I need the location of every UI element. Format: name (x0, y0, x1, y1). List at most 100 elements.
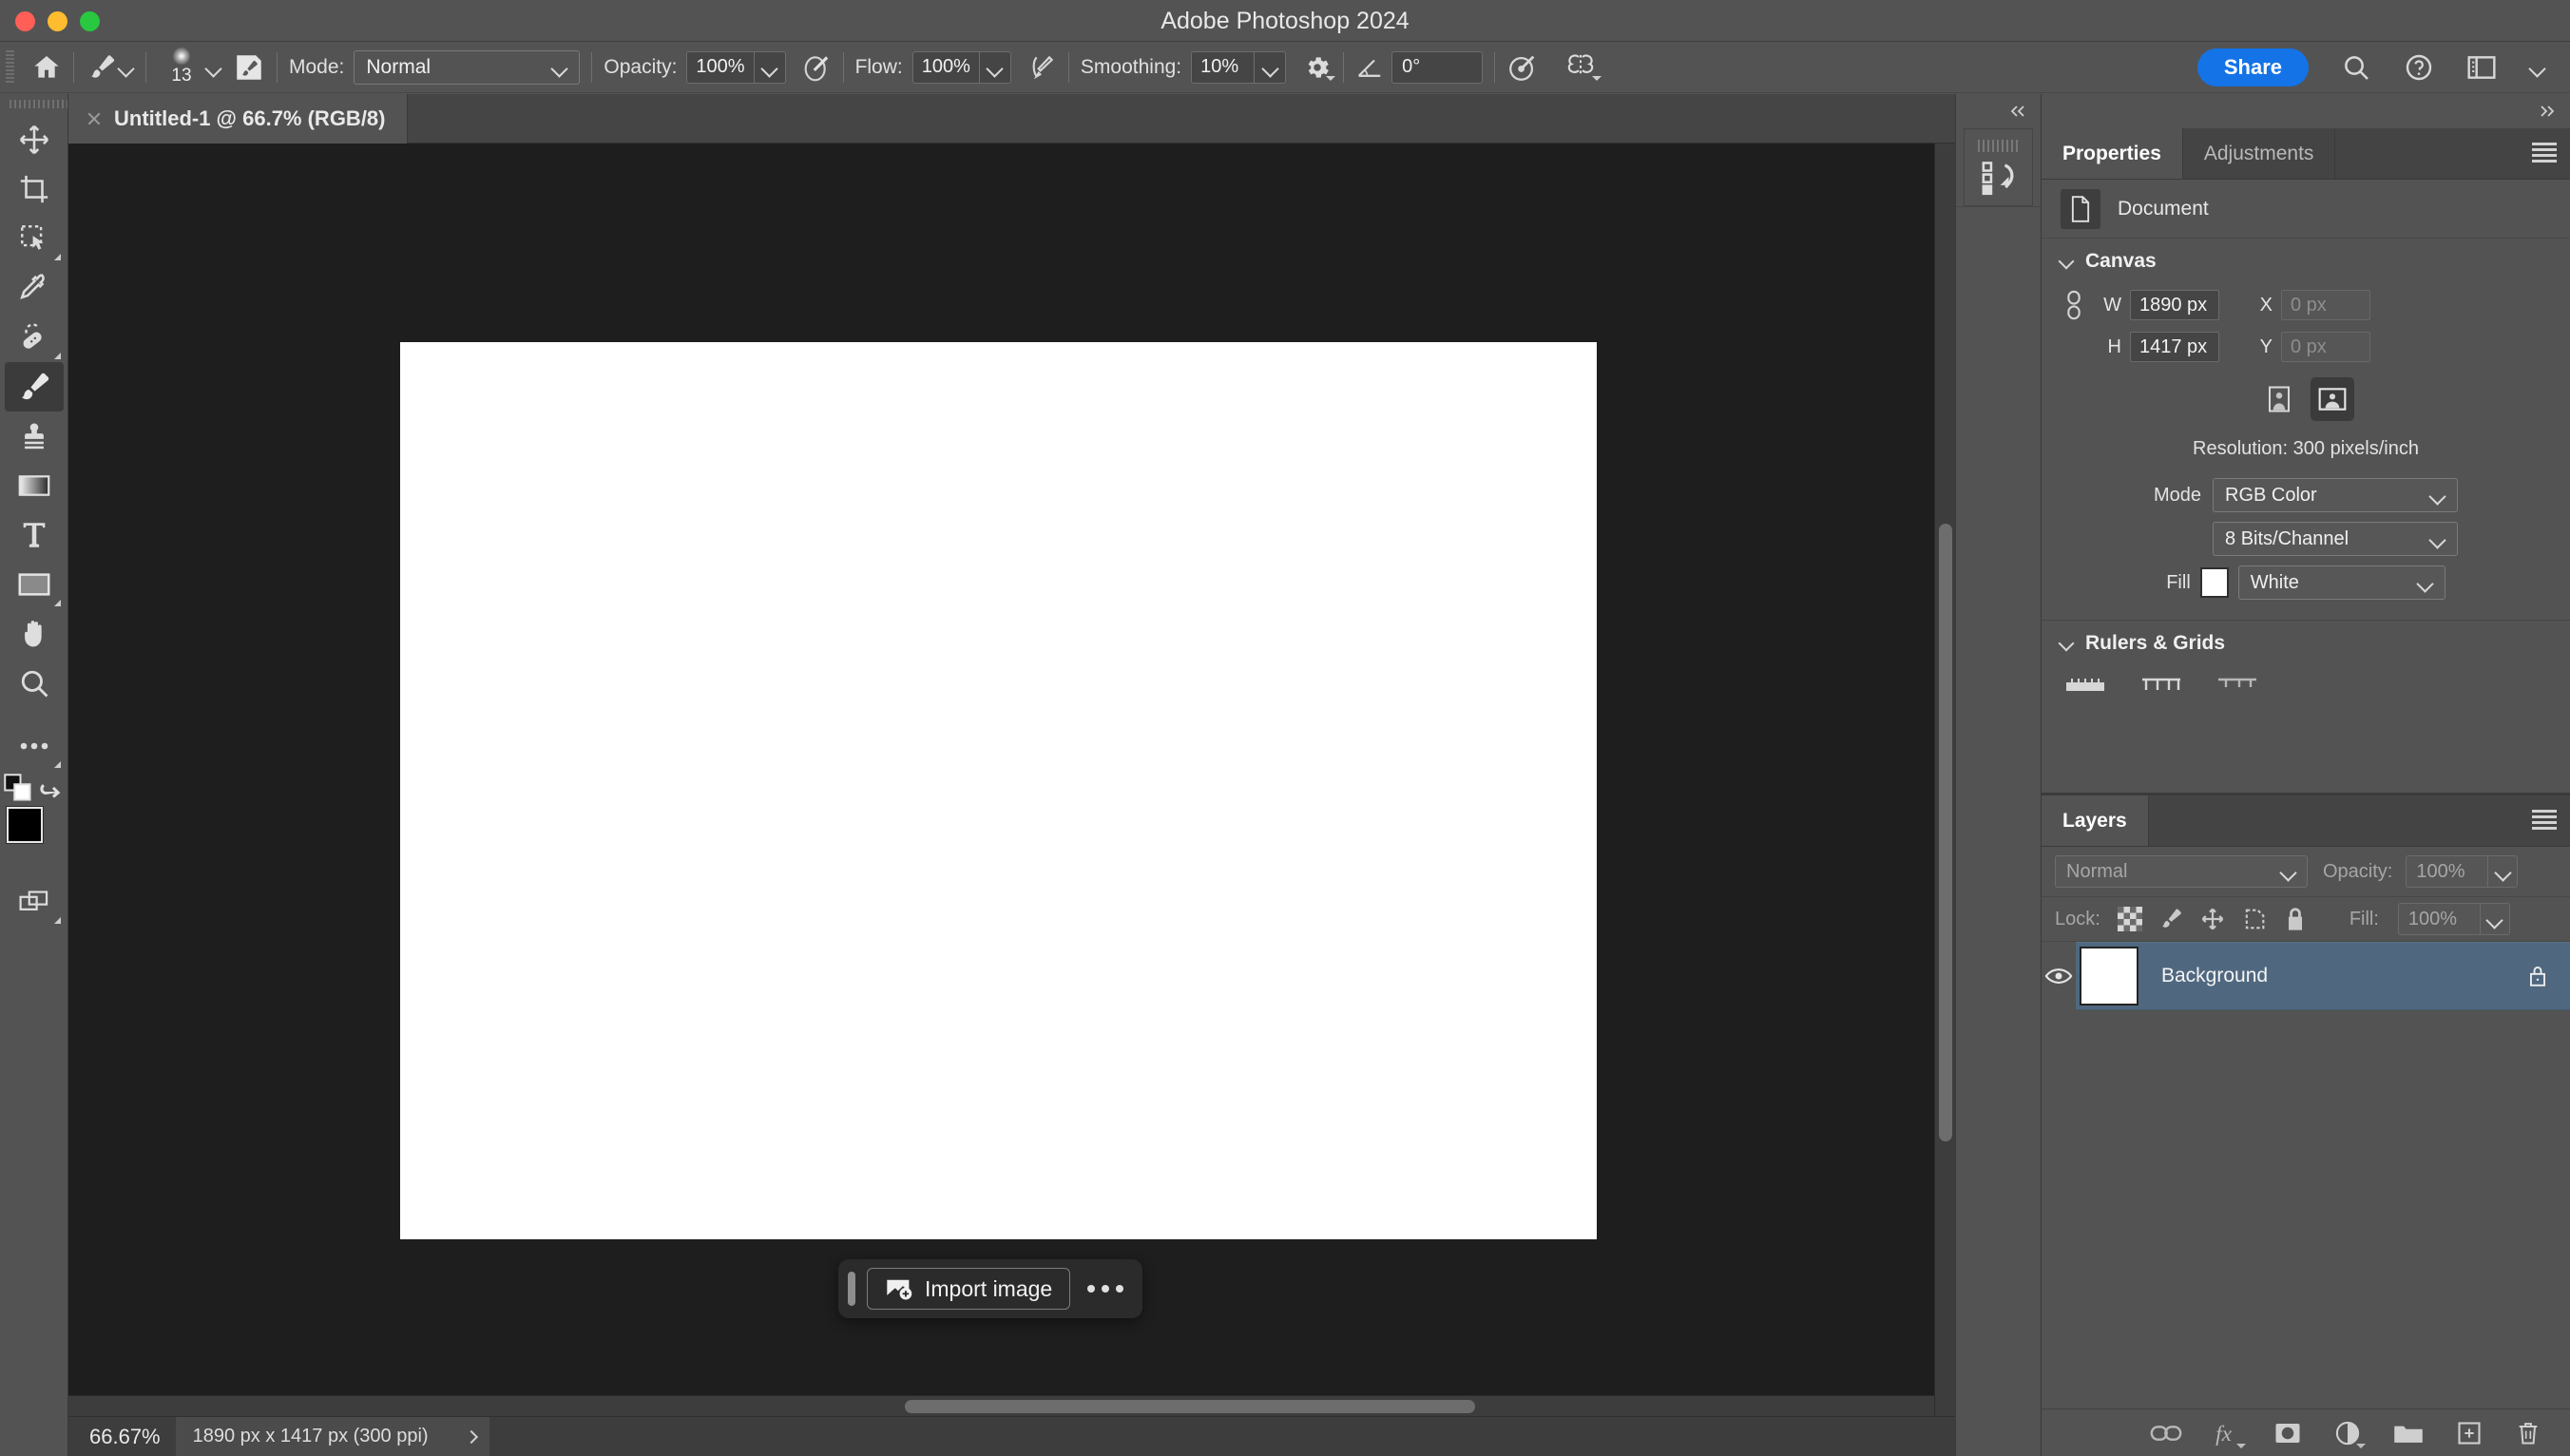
add-layer-mask-button[interactable] (2273, 1421, 2302, 1446)
hand-tool[interactable] (5, 609, 64, 659)
gradient-tool[interactable] (5, 461, 64, 510)
task-bar-more-icon[interactable] (1087, 1285, 1124, 1293)
layer-opacity-stepper[interactable]: 100% (2406, 855, 2519, 888)
brush-tool[interactable] (4, 362, 64, 412)
gear-icon[interactable] (1303, 53, 1336, 82)
search-icon[interactable] (2341, 52, 2371, 83)
tool-flyout-indicator[interactable] (53, 600, 61, 606)
tool-flyout-indicator[interactable] (53, 761, 61, 768)
zoom-tool[interactable] (5, 659, 64, 708)
tool-flyout-indicator[interactable] (53, 254, 61, 260)
new-group-button[interactable] (2393, 1421, 2424, 1446)
workspace-chevron-down-icon[interactable] (2529, 63, 2545, 72)
layer-opacity-dropdown-button[interactable] (2487, 855, 2519, 888)
rulers-icon[interactable] (2066, 678, 2104, 691)
flow-dropdown-button[interactable] (978, 50, 1011, 84)
canvas-horizontal-scrollbar[interactable] (68, 1395, 1934, 1416)
document-info[interactable]: 1890 px x 1417 px (300 ppi) (175, 1416, 489, 1456)
tool-preset-picker[interactable] (86, 42, 134, 93)
edit-toolbar-tool[interactable] (5, 721, 64, 771)
portrait-orientation-button[interactable] (2257, 377, 2301, 421)
guides-icon[interactable] (2218, 678, 2256, 691)
smoothing-dropdown-button[interactable] (1254, 50, 1287, 84)
lock-transparent-pixels-button[interactable] (2117, 907, 2142, 931)
table-row[interactable]: Background (2042, 942, 2570, 1010)
airbrush-icon[interactable] (1026, 52, 1057, 83)
angle-input[interactable]: 0° (1391, 50, 1484, 84)
fill-select[interactable]: White (2237, 565, 2445, 600)
canvas-width-input[interactable]: 1890 px (2130, 290, 2219, 320)
pressure-opacity-icon[interactable] (801, 52, 832, 83)
chevron-down-icon[interactable] (205, 63, 221, 72)
fill-color-swatch[interactable] (2199, 567, 2229, 598)
layer-fill-stepper[interactable]: 100% (2397, 903, 2510, 935)
opacity-dropdown-button[interactable] (753, 50, 786, 84)
color-mode-select[interactable]: RGB Color (2213, 478, 2459, 512)
link-dimensions-icon[interactable] (2059, 289, 2089, 321)
panel-menu-icon[interactable] (2532, 143, 2557, 163)
butterfly-symmetry-icon[interactable] (1563, 52, 1602, 83)
panel-grip[interactable] (1977, 139, 2020, 152)
brush-settings-panel-icon[interactable] (233, 51, 265, 84)
layer-name[interactable]: Background (2161, 965, 2526, 987)
history-panel-tile[interactable] (1964, 128, 2033, 206)
home-icon[interactable] (31, 52, 62, 83)
healing-brush-tool[interactable] (5, 313, 64, 362)
layer-opacity-value[interactable]: 100% (2406, 855, 2488, 888)
canvas-section-header[interactable]: Canvas (2042, 239, 2570, 284)
default-colors-icon[interactable] (3, 774, 32, 802)
contextual-task-bar[interactable]: Import image (838, 1259, 1143, 1318)
type-tool[interactable] (5, 510, 64, 560)
canvas-x-input[interactable]: 0 px (2281, 290, 2370, 320)
options-bar-grip[interactable] (3, 49, 18, 85)
double-chevron-right-icon[interactable] (2534, 104, 2559, 119)
lock-artboard-nesting-button[interactable] (2241, 906, 2268, 932)
grid-icon[interactable] (2142, 678, 2180, 691)
layer-item[interactable]: Background (2076, 942, 2570, 1010)
opacity-value[interactable]: 100% (686, 50, 754, 84)
eyedropper-tool[interactable] (5, 263, 64, 313)
smoothing-stepper[interactable]: 10% (1191, 50, 1287, 84)
crop-tool[interactable] (5, 164, 64, 214)
new-layer-button[interactable] (2456, 1420, 2483, 1446)
canvas-vertical-scroll-thumb[interactable] (1939, 524, 1952, 1141)
smoothing-value[interactable]: 10% (1191, 50, 1255, 84)
layer-fill-value[interactable]: 100% (2397, 903, 2480, 935)
rulers-grids-section-header[interactable]: Rulers & Grids (2042, 621, 2570, 666)
landscape-orientation-button[interactable] (2311, 377, 2354, 421)
tools-panel-grip[interactable] (0, 94, 67, 115)
layer-blend-mode-select[interactable]: Normal (2055, 855, 2308, 888)
swap-colors-icon[interactable] (38, 775, 65, 801)
tool-flyout-indicator[interactable] (53, 917, 61, 924)
share-button[interactable]: Share (2196, 48, 2309, 86)
rectangle-tool[interactable] (5, 560, 64, 609)
lock-image-pixels-button[interactable] (2158, 906, 2184, 932)
help-icon[interactable] (2404, 52, 2434, 83)
bit-depth-select[interactable]: 8 Bits/Channel (2213, 522, 2459, 556)
blend-mode-select[interactable]: Normal (354, 49, 581, 85)
pressure-size-icon[interactable] (1506, 51, 1539, 84)
clone-stamp-tool[interactable] (5, 412, 64, 461)
lock-position-button[interactable] (2199, 906, 2226, 932)
tab-layers[interactable]: Layers (2042, 795, 2149, 846)
canvas-vertical-scrollbar[interactable] (1934, 144, 1955, 1416)
workspace-switcher-icon[interactable] (2466, 54, 2497, 81)
close-icon[interactable] (84, 108, 105, 129)
flow-stepper[interactable]: 100% (911, 50, 1011, 84)
layer-fill-dropdown-button[interactable] (2479, 903, 2510, 935)
layer-styles-button[interactable]: fx (2215, 1420, 2246, 1448)
canvas-horizontal-scroll-thumb[interactable] (905, 1400, 1475, 1413)
opacity-stepper[interactable]: 100% (686, 50, 786, 84)
lock-all-button[interactable] (2283, 906, 2308, 932)
screen-mode-tool[interactable] (5, 877, 64, 927)
double-chevron-left-icon[interactable] (2006, 104, 2031, 119)
layer-thumbnail[interactable] (2080, 947, 2138, 1006)
foreground-color-swatch[interactable] (6, 807, 43, 843)
delete-layer-button[interactable] (2515, 1420, 2541, 1446)
import-image-button[interactable]: Import image (867, 1268, 1071, 1310)
adjustment-layer-button[interactable] (2334, 1420, 2366, 1448)
tab-adjustments[interactable]: Adjustments (2183, 128, 2336, 179)
brush-preset-picker[interactable]: 13 (158, 42, 221, 93)
canvas-y-input[interactable]: 0 px (2281, 332, 2370, 362)
zoom-level[interactable]: 66.67% (68, 1425, 176, 1449)
